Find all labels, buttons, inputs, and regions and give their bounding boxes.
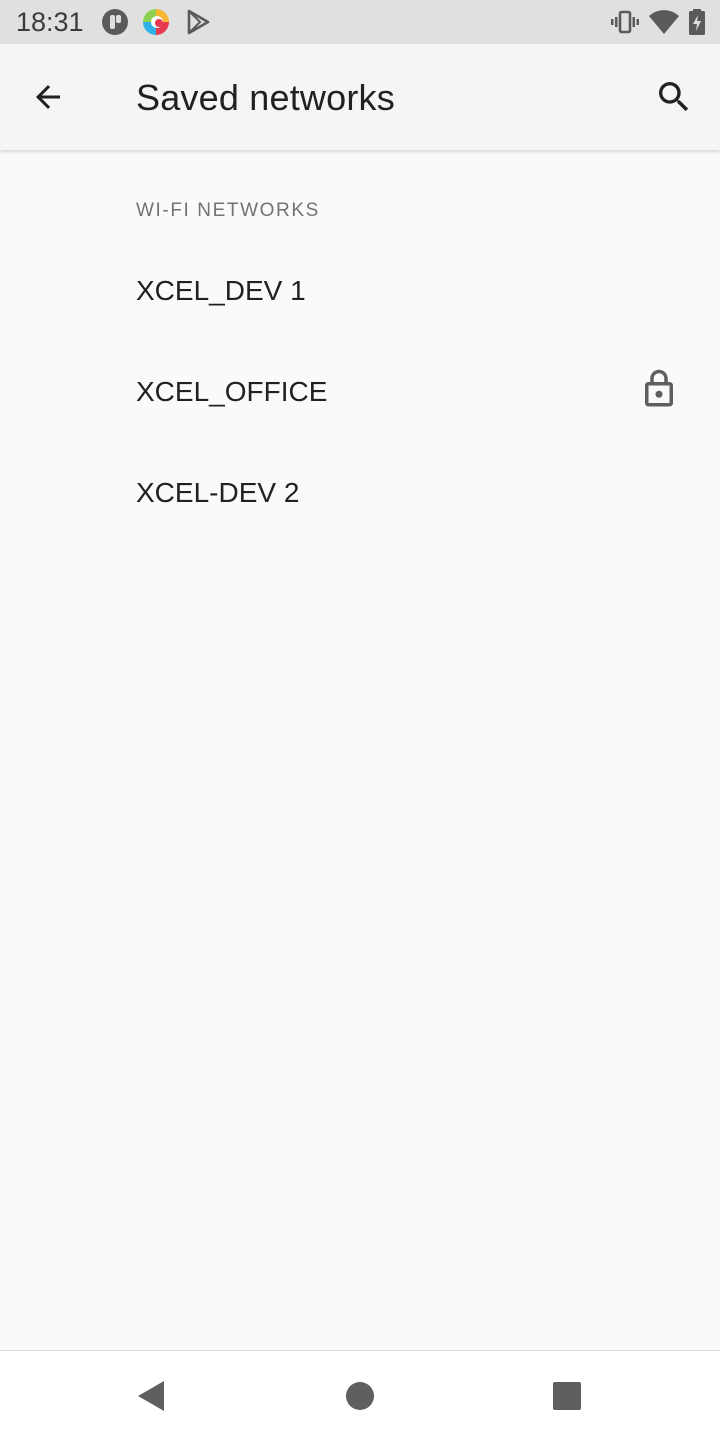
status-bar: 18:31 bbox=[0, 0, 720, 44]
network-name: XCEL_OFFICE bbox=[136, 376, 328, 407]
play-store-icon bbox=[184, 8, 212, 36]
battery-charging-icon bbox=[688, 8, 706, 36]
app-bar: Saved networks bbox=[0, 44, 720, 150]
search-button[interactable] bbox=[650, 73, 698, 121]
search-icon bbox=[659, 82, 689, 112]
status-time: 18:31 bbox=[16, 7, 84, 37]
lock-icon bbox=[638, 368, 680, 410]
vibrate-icon bbox=[611, 8, 639, 36]
section-header: WI-FI NETWORKS bbox=[136, 200, 320, 221]
screen: 18:31 Saved networks WI-FI NETWORKS XCEL… bbox=[0, 0, 720, 1440]
back-button[interactable] bbox=[24, 73, 72, 121]
nav-recents-button[interactable] bbox=[542, 1371, 592, 1421]
notification-app-icon bbox=[101, 8, 129, 36]
nav-home-button[interactable] bbox=[335, 1371, 385, 1421]
nav-home-icon bbox=[346, 1382, 374, 1410]
arrow-back-icon bbox=[36, 85, 60, 109]
network-name: XCEL_DEV 1 bbox=[136, 275, 306, 306]
network-item[interactable]: XCEL-DEV 2 bbox=[0, 442, 720, 543]
network-list: XCEL_DEV 1 XCEL_OFFICE XCEL-DEV 2 bbox=[0, 240, 720, 543]
nav-back-button[interactable] bbox=[126, 1371, 176, 1421]
wifi-icon bbox=[649, 8, 679, 36]
nav-back-icon bbox=[138, 1381, 164, 1411]
page-title: Saved networks bbox=[136, 77, 395, 118]
network-item[interactable]: XCEL_OFFICE bbox=[0, 341, 720, 442]
colorful-app-icon bbox=[142, 8, 170, 36]
nav-bar bbox=[0, 1350, 720, 1440]
network-item[interactable]: XCEL_DEV 1 bbox=[0, 240, 720, 341]
nav-recents-icon bbox=[553, 1382, 581, 1410]
network-name: XCEL-DEV 2 bbox=[136, 477, 300, 508]
